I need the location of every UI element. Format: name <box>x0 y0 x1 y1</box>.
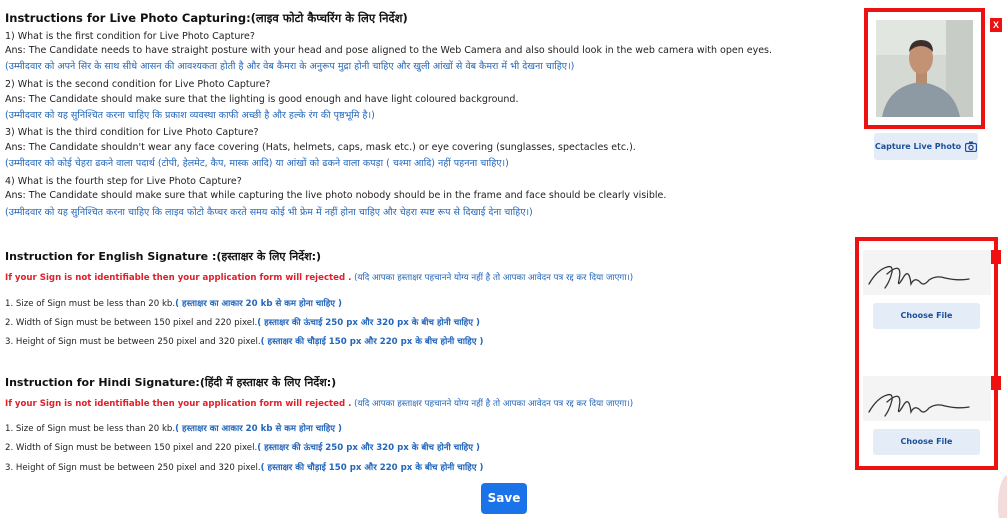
save-button[interactable]: Save <box>481 483 527 514</box>
hindi-signature-preview <box>863 376 991 421</box>
photo-a4: Ans: The Candidate should make sure that… <box>5 190 667 201</box>
hindi-sign-rule-3: 3. Height of Sign must be between 250 pi… <box>5 461 483 473</box>
photo-hi3: (उम्मीदवार को कोई चेहरा ढकने वाला पदार्थ… <box>5 158 509 169</box>
live-photo-preview <box>876 20 973 117</box>
english-signature-image <box>868 265 970 289</box>
webcam-person-image <box>876 20 973 117</box>
hindi-sign-rule-1: 1. Size of Sign must be less than 20 kb.… <box>5 422 342 434</box>
hindi-sign-title: Instruction for Hindi Signature:(हिंदी म… <box>5 376 337 389</box>
photo-a3: Ans: The Candidate shouldn't wear any fa… <box>5 142 636 153</box>
english-sign-warning-hi: (यदि आपका हस्ताक्षर पहचानने योग्य नहीं ह… <box>354 273 634 283</box>
hindi-sign-warning-en: If your Sign is not identifiable then yo… <box>5 399 352 409</box>
english-signature-marker <box>991 250 1001 264</box>
hindi-signature-marker <box>991 376 1001 390</box>
english-sign-title: Instruction for English Signature :(हस्त… <box>5 250 322 263</box>
rule-text: 2. Width of Sign must be between 150 pix… <box>5 318 258 328</box>
rule-text-hi: ( हस्ताक्षर की ऊंचाई 250 px और 320 px के… <box>257 443 480 453</box>
photo-q1: 1) What is the first condition for Live … <box>5 31 255 42</box>
photo-q2: 2) What is the second condition for Live… <box>5 79 271 90</box>
rule-text: 3. Height of Sign must be between 250 pi… <box>5 463 261 473</box>
photo-hi2: (उम्मीदवार को यह सुनिश्चित करना चाहिए कि… <box>5 110 375 121</box>
english-signature-preview <box>863 250 991 295</box>
rule-text: 3. Height of Sign must be between 250 pi… <box>5 337 261 347</box>
camera-icon <box>965 141 978 152</box>
hindi-sign-rule-2: 2. Width of Sign must be between 150 pix… <box>5 441 480 453</box>
rule-text: 1. Size of Sign must be less than 20 kb. <box>5 299 176 309</box>
rule-text-hi: ( हस्ताक्षर की ऊंचाई 250 px और 320 px के… <box>257 318 480 328</box>
hindi-sign-warning: If your Sign is not identifiable then yo… <box>5 397 633 409</box>
english-sign-rule-1: 1. Size of Sign must be less than 20 kb.… <box>5 297 342 309</box>
photo-hi1: (उम्मीदवार को अपने सिर के साथ सीधे आसन क… <box>5 61 575 72</box>
english-sign-warning: If your Sign is not identifiable then yo… <box>5 271 633 283</box>
photo-a1: Ans: The Candidate needs to have straigh… <box>5 45 773 56</box>
rule-text-hi: ( हस्ताक्षर का आकार 20 kb से कम होना चाह… <box>175 424 342 434</box>
hindi-signature-image <box>868 393 970 417</box>
rule-text: 1. Size of Sign must be less than 20 kb. <box>5 424 176 434</box>
photo-instructions-title: Instructions for Live Photo Capturing:(ल… <box>5 11 408 25</box>
photo-q4: 4) What is the fourth step for Live Phot… <box>5 176 242 187</box>
photo-hi4: (उम्मीदवार को यह सुनिश्चित करना चाहिए कि… <box>5 207 533 218</box>
photo-a2: Ans: The Candidate should make sure that… <box>5 94 519 105</box>
close-icon[interactable]: X <box>990 18 1002 32</box>
corner-decoration <box>998 475 1007 518</box>
rule-text: 2. Width of Sign must be between 150 pix… <box>5 443 258 453</box>
capture-live-photo-label: Capture Live Photo <box>874 142 962 151</box>
live-photo-frame <box>864 8 985 129</box>
rule-text-hi: ( हस्ताक्षर की चौड़ाई 150 px और 220 px क… <box>260 337 484 347</box>
english-sign-rule-2: 2. Width of Sign must be between 150 pix… <box>5 316 480 328</box>
english-signature-choose-file-button[interactable]: Choose File <box>873 303 980 329</box>
rule-text-hi: ( हस्ताक्षर का आकार 20 kb से कम होना चाह… <box>175 299 342 309</box>
photo-q3: 3) What is the third condition for Live … <box>5 127 259 138</box>
rule-text-hi: ( हस्ताक्षर की चौड़ाई 150 px और 220 px क… <box>260 463 484 473</box>
hindi-signature-choose-file-button[interactable]: Choose File <box>873 429 980 455</box>
hindi-sign-warning-hi: (यदि आपका हस्ताक्षर पहचानने योग्य नहीं ह… <box>354 399 634 409</box>
english-sign-warning-en: If your Sign is not identifiable then yo… <box>5 273 352 283</box>
english-sign-rule-3: 3. Height of Sign must be between 250 pi… <box>5 335 483 347</box>
capture-live-photo-button[interactable]: Capture Live Photo <box>874 133 978 160</box>
